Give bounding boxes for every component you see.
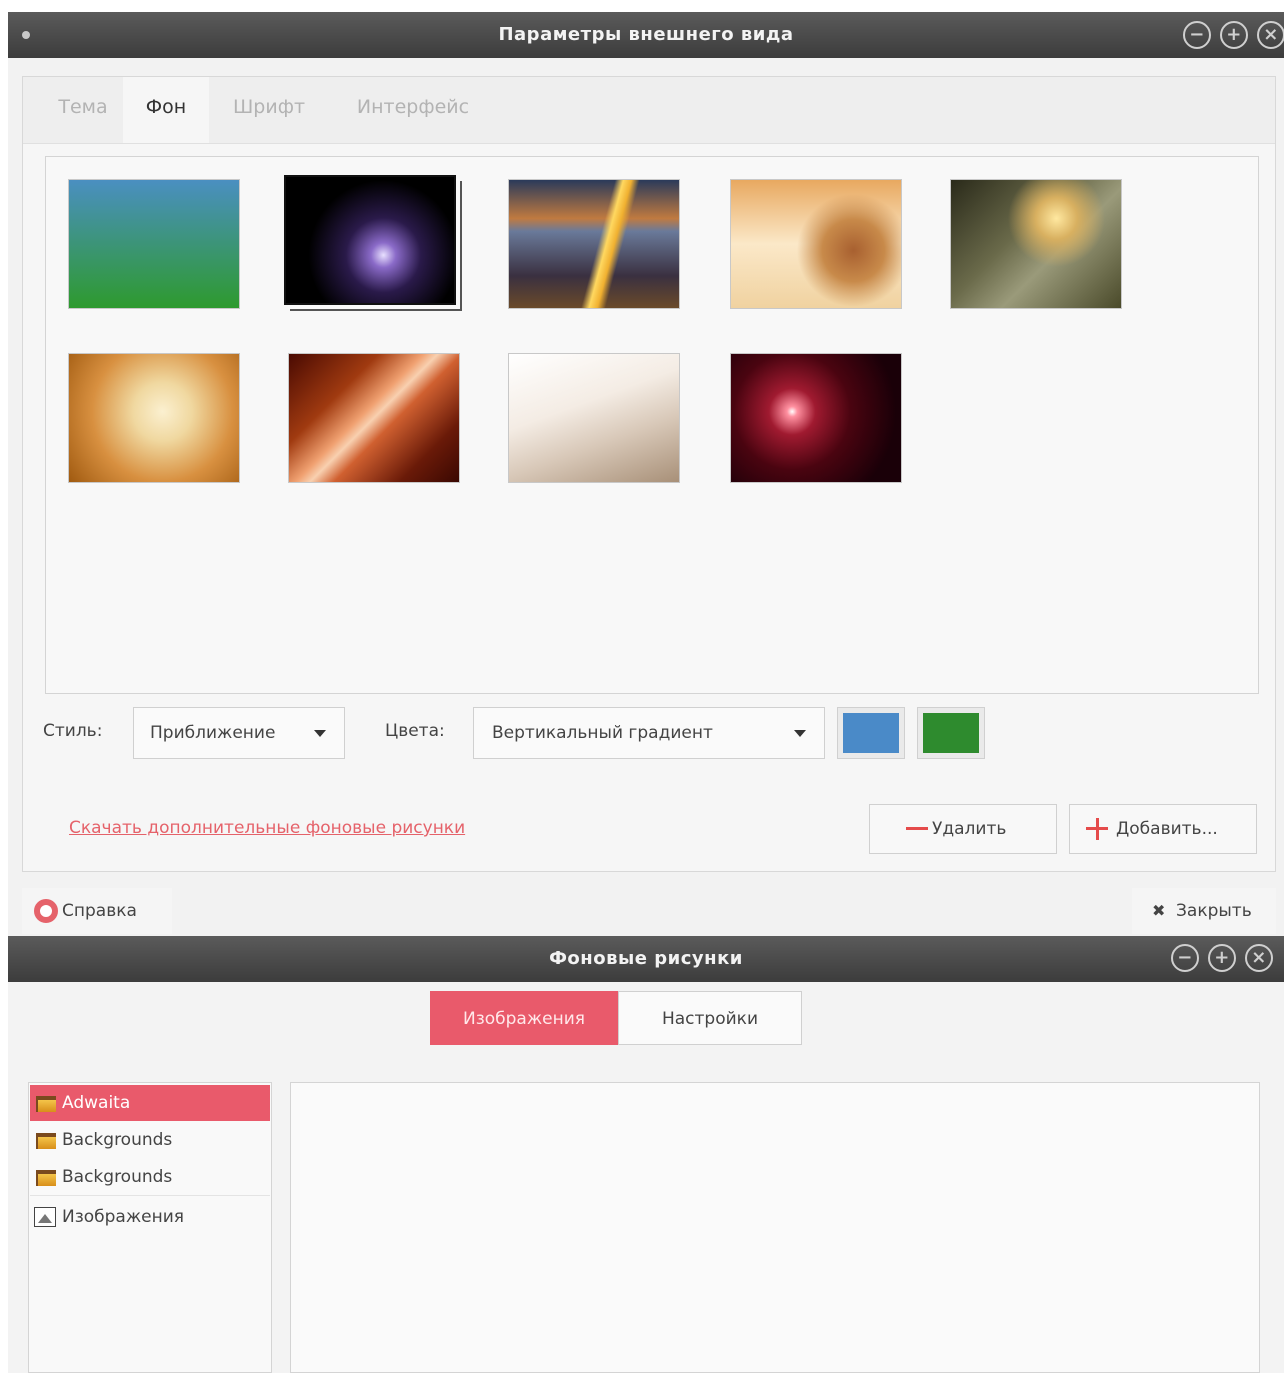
minimize-icon[interactable]: − (1183, 21, 1211, 49)
wallpaper-thumb[interactable] (288, 353, 460, 483)
download-wallpapers-link[interactable]: Скачать дополнительные фоновые рисунки (69, 818, 465, 838)
wallpaper-thumb[interactable] (730, 353, 902, 483)
close-icon[interactable]: × (1257, 21, 1284, 49)
sidebar-item-label: Adwaita (62, 1093, 131, 1113)
style-dropdown[interactable]: Приближение (133, 707, 345, 759)
style-label: Стиль: (43, 721, 103, 741)
wallpaper-thumb[interactable] (950, 179, 1122, 309)
segment-images[interactable]: Изображения (430, 991, 618, 1045)
wallpaper-thumb[interactable] (508, 353, 680, 483)
help-button-label: Справка (62, 901, 137, 921)
title-bar[interactable]: Параметры внешнего вида − + × (8, 12, 1284, 58)
sidebar-item-label: Backgrounds (62, 1130, 173, 1150)
close-x-icon: ✖ (1152, 901, 1166, 920)
chevron-down-icon (314, 730, 326, 737)
add-button[interactable]: Добавить... (1069, 804, 1257, 854)
folder-icon (36, 1131, 56, 1149)
sidebar-item-label: Изображения (62, 1207, 185, 1227)
window-title: Параметры внешнего вида (498, 24, 794, 45)
title-bar[interactable]: Фоновые рисунки − + × (8, 936, 1284, 982)
backgrounds-window: Фоновые рисунки − + × Изображения Настро… (8, 936, 1284, 1373)
colors-dropdown[interactable]: Вертикальный градиент (473, 707, 825, 759)
folder-icon (36, 1094, 56, 1112)
preferences-panel: Тема Фон Шрифт Интерфейс Стиль: Приближе… (22, 76, 1276, 872)
wallpaper-thumb-selected[interactable] (284, 175, 456, 305)
close-button[interactable]: ✖ Закрыть (1132, 888, 1276, 934)
close-icon[interactable]: × (1245, 944, 1273, 972)
style-dropdown-value: Приближение (150, 723, 276, 743)
tab-interface[interactable]: Интерфейс (343, 77, 483, 143)
help-button[interactable]: Справка (22, 888, 172, 934)
appearance-preferences-window: Параметры внешнего вида − + × Тема Фон Ш… (8, 12, 1284, 936)
sidebar-item-backgrounds-2[interactable]: Backgrounds (30, 1159, 270, 1196)
folder-sidebar: Adwaita Backgrounds Backgrounds Изображе… (28, 1082, 272, 1373)
tab-font[interactable]: Шрифт (223, 77, 315, 143)
primary-color-swatch (843, 713, 899, 753)
segment-settings[interactable]: Настройки (618, 991, 802, 1045)
wallpaper-content-area (290, 1082, 1260, 1373)
sidebar-item-images[interactable]: Изображения (30, 1199, 270, 1235)
primary-color-button[interactable] (837, 707, 905, 759)
wallpaper-gallery (45, 156, 1259, 694)
tab-theme[interactable]: Тема (45, 77, 121, 143)
tab-background[interactable]: Фон (123, 77, 209, 143)
folder-icon (36, 1168, 56, 1186)
wallpaper-thumb[interactable] (508, 179, 680, 309)
secondary-color-button[interactable] (917, 707, 985, 759)
maximize-icon[interactable]: + (1208, 944, 1236, 972)
sidebar-item-label: Backgrounds (62, 1167, 173, 1187)
add-button-label: Добавить... (1116, 819, 1218, 839)
close-button-label: Закрыть (1176, 901, 1252, 921)
chevron-down-icon (794, 730, 806, 737)
colors-label: Цвета: (385, 721, 445, 741)
maximize-icon[interactable]: + (1220, 21, 1248, 49)
minus-icon (906, 827, 928, 830)
remove-button-label: Удалить (932, 819, 1007, 839)
minimize-icon[interactable]: − (1171, 944, 1199, 972)
tab-bar: Тема Фон Шрифт Интерфейс (23, 77, 1275, 144)
window-title: Фоновые рисунки (549, 948, 743, 969)
wallpaper-thumb[interactable] (68, 179, 240, 309)
colors-dropdown-value: Вертикальный градиент (492, 723, 713, 743)
wallpaper-thumb[interactable] (68, 353, 240, 483)
remove-button[interactable]: Удалить (869, 804, 1057, 854)
image-icon (34, 1207, 56, 1227)
sidebar-item-adwaita[interactable]: Adwaita (30, 1085, 270, 1121)
help-lifebuoy-icon (34, 899, 58, 923)
wallpaper-thumb[interactable] (730, 179, 902, 309)
secondary-color-swatch (923, 713, 979, 753)
sidebar-item-backgrounds[interactable]: Backgrounds (30, 1122, 270, 1158)
